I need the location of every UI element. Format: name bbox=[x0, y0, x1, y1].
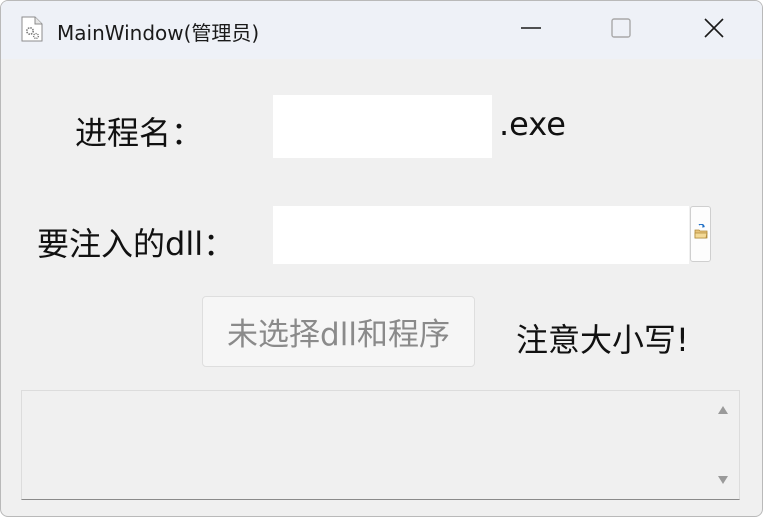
minimize-icon bbox=[520, 17, 542, 43]
maximize-button[interactable] bbox=[576, 1, 666, 59]
triangle-down-icon[interactable] bbox=[716, 473, 730, 487]
log-output[interactable] bbox=[21, 390, 740, 500]
dll-label: 要注入的dll： bbox=[37, 225, 236, 263]
log-scrollbar[interactable] bbox=[707, 391, 739, 499]
case-sensitive-note: 注意大小写! bbox=[516, 321, 689, 359]
process-name-input[interactable] bbox=[273, 95, 492, 158]
dll-path-input[interactable] bbox=[273, 206, 689, 264]
browse-dll-button[interactable] bbox=[690, 206, 711, 262]
log-text bbox=[28, 395, 698, 495]
inject-button[interactable]: 未选择dll和程序 bbox=[202, 296, 475, 367]
process-name-label: 进程名： bbox=[75, 114, 204, 152]
close-icon bbox=[703, 17, 725, 43]
exe-suffix-label: .exe bbox=[499, 105, 566, 143]
open-folder-icon bbox=[693, 223, 709, 244]
title-bar[interactable]: MainWindow(管理员) bbox=[1, 1, 762, 59]
window-title: MainWindow(管理员) bbox=[57, 21, 260, 45]
form-area: 进程名： .exe 要注入的dll： 未选择dll和程序 注意大小写! bbox=[1, 59, 762, 516]
settings-document-icon bbox=[21, 16, 43, 42]
maximize-icon bbox=[610, 17, 632, 43]
triangle-up-icon[interactable] bbox=[716, 403, 730, 417]
minimize-button[interactable] bbox=[486, 1, 576, 59]
main-window: MainWindow(管理员) 进程名： .exe 要注入的dll： 未选择dl… bbox=[0, 0, 763, 517]
close-button[interactable] bbox=[669, 1, 759, 59]
